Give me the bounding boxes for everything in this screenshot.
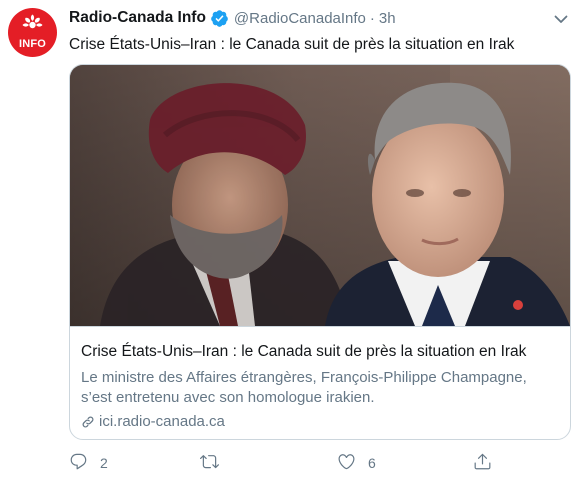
card-domain-text: ici.radio-canada.ca: [99, 413, 225, 430]
display-name[interactable]: Radio-Canada Info: [69, 9, 206, 27]
card-title: Crise États-Unis–Iran : le Canada suit d…: [81, 343, 527, 360]
card-image[interactable]: [70, 65, 570, 326]
tweet-text: Crise États-Unis–Iran : le Canada suit d…: [69, 36, 515, 53]
retweet-button[interactable]: [200, 452, 231, 474]
avatar-label: INFO: [18, 38, 47, 50]
timestamp[interactable]: 3h: [379, 10, 396, 27]
share-button[interactable]: [473, 452, 492, 474]
reply-count: 2: [100, 455, 108, 471]
verified-badge-icon: [210, 9, 229, 28]
handle[interactable]: @RadioCanadaInfo: [234, 10, 366, 27]
like-count: 6: [368, 455, 376, 471]
share-icon: [473, 452, 492, 474]
avatar[interactable]: INFO: [8, 8, 57, 57]
tweet-actions: 2 6: [69, 452, 509, 474]
link-card[interactable]: Crise États-Unis–Iran : le Canada suit d…: [69, 64, 571, 440]
like-button[interactable]: 6: [337, 452, 376, 474]
tweet[interactable]: INFO Radio-Canada Info @RadioCanadaInfo …: [0, 0, 580, 483]
like-icon: [337, 452, 356, 474]
card-domain: ici.radio-canada.ca: [81, 412, 558, 432]
reply-icon: [69, 452, 88, 474]
retweet-icon: [200, 452, 219, 474]
reply-button[interactable]: 2: [69, 452, 108, 474]
link-icon: [81, 415, 95, 429]
chevron-down-icon[interactable]: [552, 10, 570, 28]
card-body[interactable]: Crise États-Unis–Iran : le Canada suit d…: [70, 326, 570, 439]
separator-dot: ·: [369, 9, 375, 27]
card-description: Le ministre des Affaires étrangères, Fra…: [81, 369, 527, 406]
tweet-header: Radio-Canada Info @RadioCanadaInfo · 3h: [69, 8, 396, 28]
